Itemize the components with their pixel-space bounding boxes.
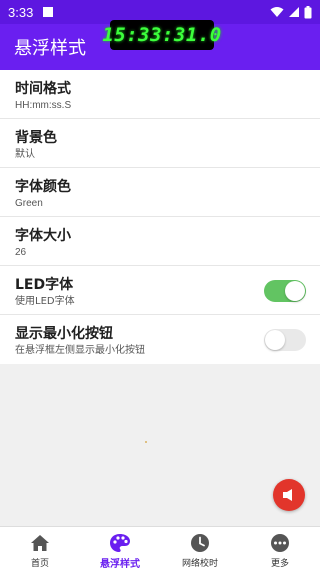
setting-title: 背景色	[15, 130, 57, 146]
setting-subtitle: 使用LED字体	[15, 296, 75, 307]
speaker-icon	[283, 489, 292, 501]
notification-icon	[43, 7, 54, 17]
page-title: 悬浮样式	[14, 38, 86, 59]
wifi-icon	[270, 7, 284, 17]
palette-icon	[109, 532, 131, 553]
setting-title: 显示最小化按钮	[15, 326, 113, 342]
sound-fab-button[interactable]	[273, 479, 305, 511]
status-time: 3:33	[8, 4, 34, 20]
setting-title: 时间格式	[15, 81, 71, 97]
settings-list: 时间格式 HH:mm:ss.S 背景色 默认 字体颜色 Green 字体大小 2…	[0, 70, 320, 364]
minimize-button-toggle[interactable]	[264, 329, 306, 351]
tab-label: 网络校时	[181, 559, 218, 569]
setting-led-font[interactable]: LED字体 使用LED字体	[0, 266, 320, 315]
tab-home[interactable]: 首页	[0, 527, 80, 570]
setting-subtitle: HH:mm:ss.S	[15, 100, 72, 111]
setting-font-color[interactable]: 字体颜色 Green	[0, 168, 320, 217]
toggle-knob	[285, 281, 305, 301]
setting-subtitle: 默认	[15, 149, 35, 160]
bottom-nav: 首页 悬浮样式 网络校时 更多	[0, 526, 320, 570]
setting-title: LED字体	[15, 277, 74, 293]
setting-subtitle: 26	[15, 247, 27, 258]
tab-label: 首页	[30, 559, 49, 569]
led-font-toggle[interactable]	[264, 280, 306, 302]
battery-icon	[304, 5, 312, 18]
setting-title: 字体颜色	[15, 179, 71, 195]
tab-label: 悬浮样式	[100, 559, 140, 570]
status-icons	[270, 5, 312, 19]
tab-network-time[interactable]: 网络校时	[160, 527, 240, 570]
clock-icon	[189, 532, 211, 554]
floating-clock-time: 15:33:31.0	[102, 24, 222, 46]
decorative-dot	[145, 441, 147, 443]
setting-time-format[interactable]: 时间格式 HH:mm:ss.S	[0, 70, 320, 119]
setting-font-size[interactable]: 字体大小 26	[0, 217, 320, 266]
signal-icon	[289, 7, 299, 17]
tab-more[interactable]: 更多	[240, 527, 320, 570]
setting-show-minimize-button[interactable]: 显示最小化按钮 在悬浮框左侧显示最小化按钮	[0, 315, 320, 364]
setting-subtitle: 在悬浮框左侧显示最小化按钮	[15, 345, 145, 356]
more-icon	[269, 532, 291, 554]
setting-subtitle: Green	[15, 198, 43, 209]
tab-floating-style[interactable]: 悬浮样式	[80, 527, 160, 570]
floating-clock[interactable]: 15:33:31.0	[102, 20, 221, 50]
tab-label: 更多	[270, 559, 289, 569]
setting-title: 字体大小	[15, 228, 71, 244]
home-icon	[29, 532, 51, 554]
toggle-knob	[265, 330, 285, 350]
setting-background-color[interactable]: 背景色 默认	[0, 119, 320, 168]
